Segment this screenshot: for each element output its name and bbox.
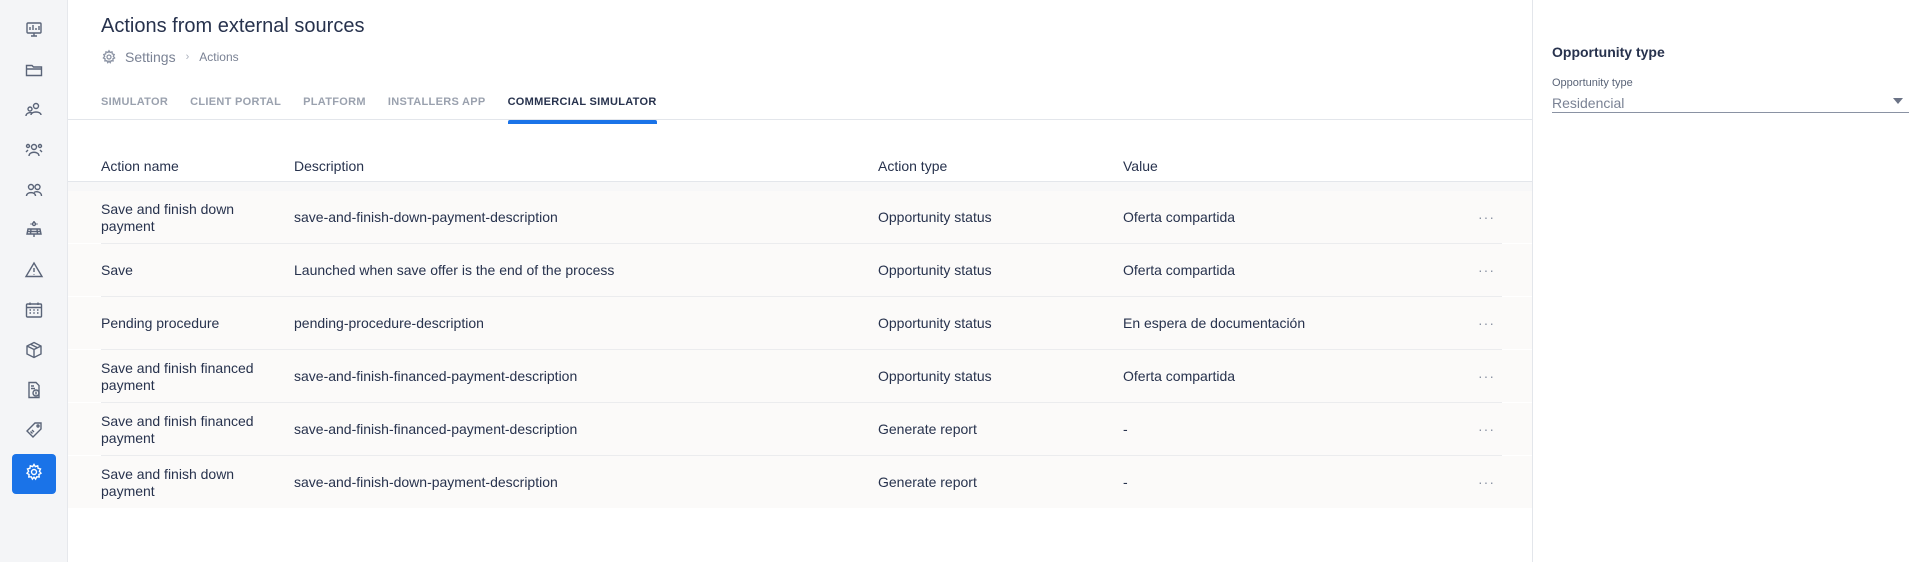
sidebar-item-promotions[interactable] bbox=[12, 412, 56, 452]
dashboard-icon bbox=[24, 20, 44, 45]
sidebar-item-calendar[interactable] bbox=[12, 292, 56, 332]
breadcrumb-current: Actions bbox=[199, 50, 239, 64]
contacts-icon bbox=[24, 100, 44, 125]
column-header-description: Description bbox=[294, 158, 365, 174]
main-content: Actions from external sources Settings ›… bbox=[68, 0, 1532, 562]
tabs-divider bbox=[68, 119, 1532, 120]
row-menu-icon[interactable]: ··· bbox=[1478, 456, 1518, 509]
table-row[interactable]: Save and finish down payment save-and-fi… bbox=[68, 456, 1532, 509]
cell-action-name: Save and finish down payment bbox=[101, 465, 235, 499]
cell-value: Oferta compartida bbox=[1123, 368, 1236, 384]
sidebar-item-settings[interactable] bbox=[11, 454, 56, 494]
cell-action-type: Opportunity status bbox=[878, 262, 992, 278]
cell-action-type: Opportunity status bbox=[878, 315, 992, 331]
cell-description: save-and-finish-down-payment-description bbox=[294, 474, 558, 490]
cell-action-type: Opportunity status bbox=[878, 368, 992, 384]
cell-value: Oferta compartida bbox=[1123, 262, 1236, 278]
table-row[interactable]: Pending procedure pending-procedure-desc… bbox=[68, 297, 1532, 350]
cell-value: Oferta compartida bbox=[1123, 209, 1236, 225]
sidebar-item-solar[interactable] bbox=[12, 212, 56, 252]
table-header: Action name Description Action type Valu… bbox=[68, 150, 1532, 182]
sidebar-item-contacts[interactable] bbox=[12, 92, 56, 132]
table-row[interactable]: Save and finish financed payment save-an… bbox=[68, 403, 1532, 456]
opportunity-type-label: Opportunity type bbox=[1552, 77, 1633, 89]
panel-title: Opportunity type bbox=[1552, 44, 1665, 60]
column-header-value: Value bbox=[1123, 158, 1158, 174]
chevron-down-icon bbox=[1893, 98, 1903, 104]
cell-description: save-and-finish-financed-payment-descrip… bbox=[294, 368, 578, 384]
cell-value: - bbox=[1123, 474, 1128, 490]
tag-icon bbox=[24, 420, 44, 445]
team-icon bbox=[24, 140, 44, 165]
settings-icon bbox=[24, 462, 44, 487]
cell-action-type: Generate report bbox=[878, 421, 977, 437]
cell-action-name: Save bbox=[101, 262, 133, 278]
sidebar-item-users[interactable] bbox=[12, 172, 56, 212]
cell-action-name: Pending procedure bbox=[101, 315, 220, 331]
box-icon bbox=[24, 340, 44, 365]
opportunity-type-select[interactable]: Residencial bbox=[1552, 94, 1909, 113]
actions-table: Action name Description Action type Valu… bbox=[68, 150, 1532, 509]
table-row[interactable]: Save and finish financed payment save-an… bbox=[68, 350, 1532, 403]
table-row[interactable]: Save Launched when save offer is the end… bbox=[68, 244, 1532, 297]
cell-description: save-and-finish-down-payment-description bbox=[294, 209, 558, 225]
row-menu-icon[interactable]: ··· bbox=[1478, 244, 1518, 297]
row-menu-icon[interactable]: ··· bbox=[1478, 350, 1518, 403]
filter-panel: Opportunity type Opportunity type Reside… bbox=[1532, 0, 1912, 562]
cell-action-type: Opportunity status bbox=[878, 209, 992, 225]
page-title: Actions from external sources bbox=[101, 15, 365, 37]
sidebar-item-products[interactable] bbox=[12, 332, 56, 372]
cell-action-name: Save and finish down payment bbox=[101, 200, 235, 234]
sidebar-item-folders[interactable] bbox=[12, 52, 56, 92]
solar-panel-icon bbox=[24, 220, 44, 245]
cell-action-name: Save and finish financed payment bbox=[101, 412, 254, 446]
cell-action-name: Save and finish financed payment bbox=[101, 359, 254, 393]
opportunity-type-value: Residencial bbox=[1552, 95, 1625, 111]
sidebar-item-team[interactable] bbox=[12, 132, 56, 172]
app-window: Actions from external sources Settings ›… bbox=[0, 0, 1912, 562]
cell-value: En espera de documentación bbox=[1123, 315, 1306, 331]
cell-description: pending-procedure-description bbox=[294, 315, 484, 331]
cell-value: - bbox=[1123, 421, 1128, 437]
invoice-icon bbox=[24, 380, 44, 405]
row-menu-icon[interactable]: ··· bbox=[1478, 191, 1518, 244]
breadcrumb: Settings › Actions bbox=[101, 49, 239, 65]
users-icon bbox=[24, 180, 44, 205]
calendar-icon bbox=[24, 300, 44, 325]
breadcrumb-settings-link[interactable]: Settings bbox=[125, 49, 176, 65]
column-header-action-type: Action type bbox=[878, 158, 948, 174]
sidebar-item-dashboard[interactable] bbox=[12, 12, 56, 52]
column-header-action-name: Action name bbox=[101, 158, 179, 174]
folder-icon bbox=[24, 60, 44, 85]
chevron-right-icon: › bbox=[185, 51, 190, 63]
table-spacer bbox=[68, 182, 1532, 191]
row-menu-icon[interactable]: ··· bbox=[1478, 297, 1518, 350]
cell-description: save-and-finish-financed-payment-descrip… bbox=[294, 421, 578, 437]
cell-action-type: Generate report bbox=[878, 474, 977, 490]
settings-gear-icon bbox=[101, 49, 117, 65]
sidebar-item-incidents[interactable] bbox=[12, 252, 56, 292]
sidebar bbox=[0, 0, 68, 562]
table-row[interactable]: Save and finish down payment save-and-fi… bbox=[68, 191, 1532, 244]
sidebar-item-billing[interactable] bbox=[12, 372, 56, 412]
cell-description: Launched when save offer is the end of t… bbox=[294, 262, 615, 278]
row-menu-icon[interactable]: ··· bbox=[1478, 403, 1518, 456]
warning-icon bbox=[24, 260, 44, 285]
